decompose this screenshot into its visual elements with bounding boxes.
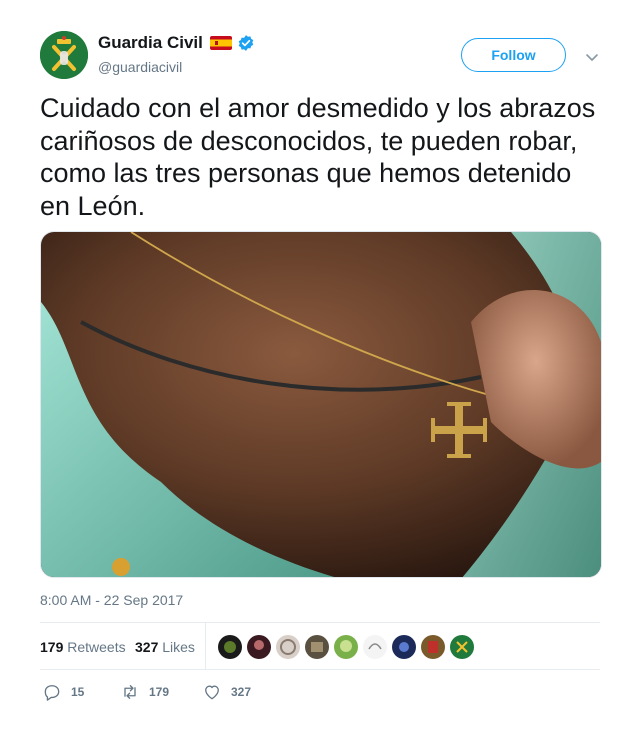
stats-divider bbox=[205, 623, 206, 670]
retweet-count: 179 bbox=[149, 685, 170, 699]
avatar[interactable] bbox=[363, 635, 387, 659]
guardia-civil-emblem-icon[interactable] bbox=[40, 31, 88, 79]
avatar[interactable] bbox=[334, 635, 358, 659]
avatar[interactable] bbox=[421, 635, 445, 659]
account-info[interactable]: Guardia Civil @guardiacivil bbox=[98, 33, 255, 75]
account-name[interactable]: Guardia Civil bbox=[98, 33, 203, 53]
avatar[interactable] bbox=[450, 635, 474, 659]
account-handle[interactable]: @guardiacivil bbox=[98, 59, 255, 75]
retweet-button[interactable]: 179 bbox=[120, 680, 169, 704]
tweet-actions: 15 179 327 bbox=[40, 680, 600, 704]
reply-count: 15 bbox=[71, 685, 85, 699]
likes-stat[interactable]: 327 Likes bbox=[135, 639, 195, 655]
tweet-timestamp[interactable]: 8:00 AM - 22 Sep 2017 bbox=[40, 592, 183, 608]
like-button[interactable]: 327 bbox=[202, 680, 251, 704]
avatar[interactable] bbox=[305, 635, 329, 659]
tweet-text: Cuidado con el amor desmedido y los abra… bbox=[40, 93, 596, 221]
avatar[interactable] bbox=[247, 635, 271, 659]
tweet-header: Guardia Civil @guardiacivil Follow bbox=[40, 31, 600, 81]
avatar[interactable] bbox=[218, 635, 242, 659]
retweets-count: 179 bbox=[40, 639, 64, 655]
liked-by-avatars bbox=[218, 635, 479, 659]
likes-count: 327 bbox=[135, 639, 159, 655]
tweet-photo[interactable] bbox=[40, 231, 602, 578]
avatar[interactable] bbox=[392, 635, 416, 659]
retweets-label: Retweets bbox=[67, 639, 126, 655]
spain-flag-icon bbox=[209, 36, 232, 50]
follow-button[interactable]: Follow bbox=[461, 38, 566, 72]
retweet-icon bbox=[124, 685, 136, 699]
reply-icon bbox=[44, 685, 60, 701]
reply-button[interactable]: 15 bbox=[42, 680, 84, 704]
avatar[interactable] bbox=[276, 635, 300, 659]
like-count: 327 bbox=[231, 685, 252, 699]
chevron-down-icon[interactable] bbox=[585, 49, 599, 61]
tweet-stats: 179 Retweets 327 Likes bbox=[40, 622, 600, 670]
retweets-stat[interactable]: 179 Retweets bbox=[40, 639, 126, 655]
likes-label: Likes bbox=[162, 639, 195, 655]
heart-icon bbox=[205, 685, 219, 700]
verified-badge-icon bbox=[237, 34, 255, 52]
